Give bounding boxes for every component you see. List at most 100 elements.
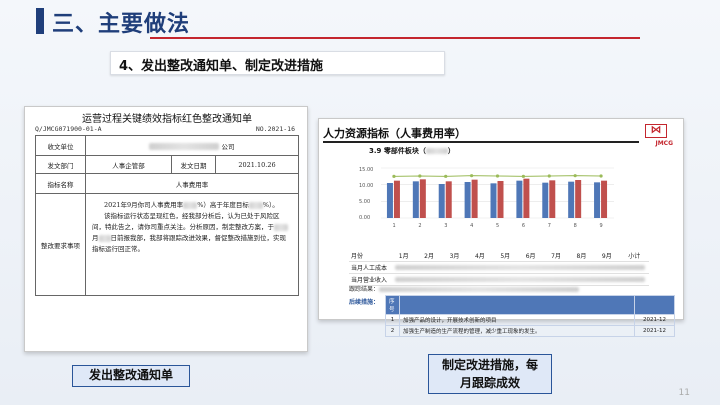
table-header-cell: 7月 [543, 250, 569, 262]
report-heading: 人力资源指标（人事费用率） [323, 127, 466, 140]
table-row: 2 加强生产制造的生产流程的管理，减少重工现象的发生。 2021-12 [385, 325, 675, 337]
title-accent-bar [36, 8, 44, 34]
redacted-block [425, 148, 448, 154]
bar [438, 184, 445, 218]
bar [386, 183, 393, 218]
req-text-3a: 月 [92, 234, 99, 242]
monthly-table: 月份 1月 2月 3月 4月 5月 6月 7月 8月 9月 小计 当月人工成本 … [349, 250, 649, 286]
y-ticks: 15.00 10.00 5.00 0.00 [359, 167, 373, 221]
measure-header-date [634, 295, 675, 315]
section-end: ） [447, 147, 455, 155]
req-text-3b: 日前报我部，我部将跟踪改进效果，督促整改措施到位，实现指标运行回正常。 [92, 234, 286, 253]
track-label: 跟踪结果： [349, 286, 380, 293]
measure-text: 加强产品的设计，开展技术创新的项目 [399, 314, 635, 326]
subtitle: 4、发出整改通知单、制定改进措施 [119, 59, 324, 74]
bar [464, 182, 471, 218]
measure-no: 1 [385, 314, 400, 326]
bar [594, 182, 601, 218]
logo-text: JMCG [655, 140, 673, 147]
bar [471, 179, 478, 218]
x-tick: 2 [418, 223, 421, 229]
report-heading-line [323, 141, 639, 143]
x-tick: 3 [444, 223, 447, 229]
y-tick: 0.00 [359, 215, 370, 221]
table-header-cell: 4月 [467, 250, 493, 262]
send-dept-value: 人事企管部 [85, 155, 172, 174]
measure-date: 2021-12 [634, 325, 675, 337]
y-tick: 5.00 [359, 199, 370, 205]
req-text-1a: 2021年9月你司人事费用率 [104, 201, 184, 209]
table-header-cell: 1月 [391, 250, 417, 262]
bar [575, 180, 582, 218]
bar [419, 179, 426, 218]
y-tick: 10.00 [359, 183, 373, 189]
redacted-block [248, 201, 263, 209]
line-point [418, 174, 422, 178]
x-tick: 4 [470, 223, 473, 229]
table-header-cell: 月份 [349, 250, 391, 262]
bar [568, 181, 575, 218]
table-header-cell: 6月 [517, 250, 544, 262]
row-label: 当月人工成本 [349, 261, 391, 274]
req-text-1c: %）。 [262, 201, 279, 209]
subtitle-box: 4、发出整改通知单、制定改进措施 [110, 51, 445, 75]
x-tick: 5 [496, 223, 499, 229]
notice-title: 运营过程关键绩效指标红色整改通知单 [82, 114, 252, 125]
title-bar: 三、主要做法 [0, 0, 720, 44]
redacted-block [379, 287, 580, 292]
line-point [521, 174, 525, 178]
measure-date: 2021-12 [634, 314, 675, 326]
logo-mark-icon: ⋈ [650, 123, 662, 136]
caption-line-1: 制定改进措施，每 [441, 358, 538, 372]
notice-table: 收文单位 公司 发文部门 人事企管部 发文日期 2021.10.26 指标名称 … [35, 135, 299, 296]
bar [601, 180, 608, 218]
line-point [547, 174, 551, 178]
requirement-line-3: 月日前报我部，我部将跟踪改进效果，督促整改措施到位，实现指标运行回正常。 [92, 233, 292, 255]
report-section: 3.9 零部件板块（ ） [369, 146, 455, 156]
bar [412, 181, 419, 218]
y-tick: 15.00 [359, 167, 373, 173]
redacted-cells [391, 261, 649, 274]
page-title: 三、主要做法 [52, 12, 191, 37]
hr-indicator-report: 人力资源指标（人事费用率） ⋈ JMCG 3.9 零部件板块（） 15.00 1… [318, 118, 684, 337]
caption-improvement: 制定改进措施，每 月跟踪成效 [428, 354, 552, 394]
page-number: 11 [678, 388, 690, 398]
line-point [599, 174, 603, 178]
table-header-row: 月份 1月 2月 3月 4月 5月 6月 7月 8月 9月 小计 [349, 250, 649, 262]
measure-header-text [399, 295, 635, 315]
indicator-label: 指标名称 [35, 173, 86, 194]
table-row: 1 加强产品的设计，开展技术创新的项目 2021-12 [385, 314, 675, 326]
x-labels: 1 2 3 4 5 6 7 8 9 [392, 223, 602, 229]
bar [549, 180, 556, 218]
recv-unit-label: 收文单位 [35, 135, 86, 156]
redacted-block [98, 234, 111, 242]
table-header-cell: 5月 [492, 250, 518, 262]
rectification-notice: 运营过程关键绩效指标红色整改通知单 Q/JMCG071900-01-A NO.2… [24, 106, 308, 352]
indicator-value: 人事费用率 [85, 173, 299, 194]
bar [516, 180, 523, 218]
redacted-block [149, 143, 220, 150]
send-date-label: 发文日期 [171, 155, 216, 174]
recv-unit-cell: 公司 [85, 135, 299, 156]
send-dept-label: 发文部门 [35, 155, 86, 174]
requirement-line-2: 该指标运行状态呈现红色，经我部分析后，认为已处于风险区间，特此告之，请你司重点关… [92, 211, 292, 233]
measures-table: 序号 1 加强产品的设计，开展技术创新的项目 2021-12 2 加强生产制造的… [385, 295, 675, 337]
company-logo-icon: ⋈ [645, 123, 667, 138]
measures-header: 序号 [385, 295, 675, 315]
send-date-value: 2021.10.26 [215, 155, 299, 174]
line-point [495, 174, 500, 178]
measure-text: 加强生产制造的生产流程的管理，减少重工现象的发生。 [399, 325, 635, 337]
x-tick: 8 [574, 223, 577, 229]
req-text-2: 该指标运行状态呈现红色，经我部分析后，认为已处于风险区间，特此告之，请你司重点关… [92, 212, 280, 231]
bar [445, 181, 452, 218]
bar [523, 178, 530, 218]
tracking-result: 跟踪结果： [349, 284, 580, 293]
table-header-cell: 3月 [441, 250, 468, 262]
bar [542, 182, 549, 218]
requirement-label: 整改要求事项 [35, 193, 86, 296]
notice-number: NO.2021-16 [255, 125, 295, 133]
line-group [392, 174, 603, 178]
title-underline [150, 37, 640, 39]
measure-label: 后续措施： [349, 299, 380, 306]
req-text-1b: %）高于年度目标 [197, 201, 249, 209]
